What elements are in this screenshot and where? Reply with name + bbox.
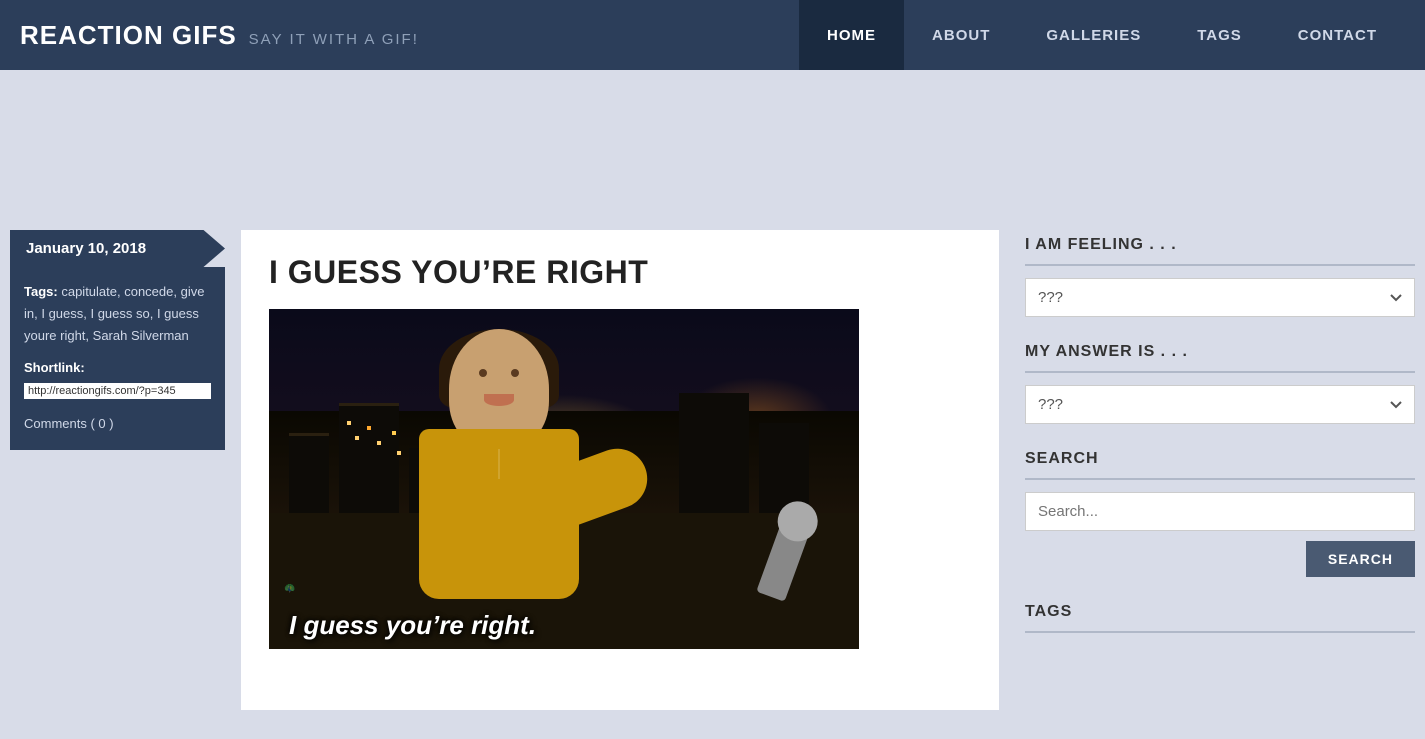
- answer-title: MY ANSWER IS . . .: [1025, 343, 1415, 361]
- tags-divider: [1025, 631, 1415, 633]
- post-title: I GUESS YOU’RE RIGHT: [269, 254, 971, 291]
- tags-section: TAGS: [1025, 577, 1415, 633]
- sidebar-right: I AM FEELING . . . ??? MY ANSWER IS . . …: [1015, 230, 1415, 710]
- search-button[interactable]: SEARCH: [1306, 541, 1415, 577]
- gif-woman: [299, 329, 739, 609]
- nav-galleries[interactable]: GALLERIES: [1018, 0, 1169, 70]
- comments-link[interactable]: Comments ( 0 ): [24, 413, 211, 435]
- sidebar-left: January 10, 2018 Tags: capitulate, conce…: [10, 230, 225, 710]
- answer-section: MY ANSWER IS . . . ???: [1025, 343, 1415, 444]
- logo-tagline: SAY IT WITH A GIF!: [249, 31, 419, 48]
- banner-area: [0, 70, 1425, 230]
- post-date: January 10, 2018: [10, 230, 225, 267]
- search-title: SEARCH: [1025, 450, 1415, 468]
- answer-select[interactable]: ???: [1025, 385, 1415, 424]
- tags-label: Tags:: [24, 284, 58, 299]
- gif-mic: [756, 516, 812, 601]
- main-post: I GUESS YOU’RE RIGHT: [225, 230, 1015, 710]
- main-nav: HOME ABOUT GALLERIES TAGS CONTACT: [799, 0, 1405, 70]
- gif-watermark: 🦚: [284, 583, 295, 594]
- feeling-section: I AM FEELING . . . ???: [1025, 236, 1415, 337]
- post-gif: 🦚 I guess you’re right.: [269, 309, 859, 649]
- answer-divider: [1025, 371, 1415, 373]
- search-input[interactable]: [1025, 492, 1415, 531]
- shortlink-input[interactable]: [24, 383, 211, 399]
- nav-tags[interactable]: TAGS: [1169, 0, 1270, 70]
- site-logo: REACTION GIFS SAY IT WITH A GIF!: [20, 20, 419, 51]
- nav-contact[interactable]: CONTACT: [1270, 0, 1405, 70]
- shortlink-label: Shortlink:: [24, 357, 211, 379]
- feeling-select[interactable]: ???: [1025, 278, 1415, 317]
- logo-title: REACTION GIFS: [20, 20, 237, 51]
- feeling-divider: [1025, 264, 1415, 266]
- site-header: REACTION GIFS SAY IT WITH A GIF! HOME AB…: [0, 0, 1425, 70]
- tags-title: TAGS: [1025, 603, 1415, 621]
- nav-about[interactable]: ABOUT: [904, 0, 1018, 70]
- post-card: I GUESS YOU’RE RIGHT: [241, 230, 999, 710]
- post-meta: Tags: capitulate, concede, give in, I gu…: [10, 267, 225, 450]
- nav-home[interactable]: HOME: [799, 0, 904, 70]
- feeling-title: I AM FEELING . . .: [1025, 236, 1415, 254]
- tags-container: Tags: capitulate, concede, give in, I gu…: [24, 281, 211, 347]
- search-divider: [1025, 478, 1415, 480]
- search-section: SEARCH SEARCH: [1025, 450, 1415, 541]
- content-area: January 10, 2018 Tags: capitulate, conce…: [0, 230, 1425, 730]
- gif-caption: I guess you’re right.: [269, 610, 859, 641]
